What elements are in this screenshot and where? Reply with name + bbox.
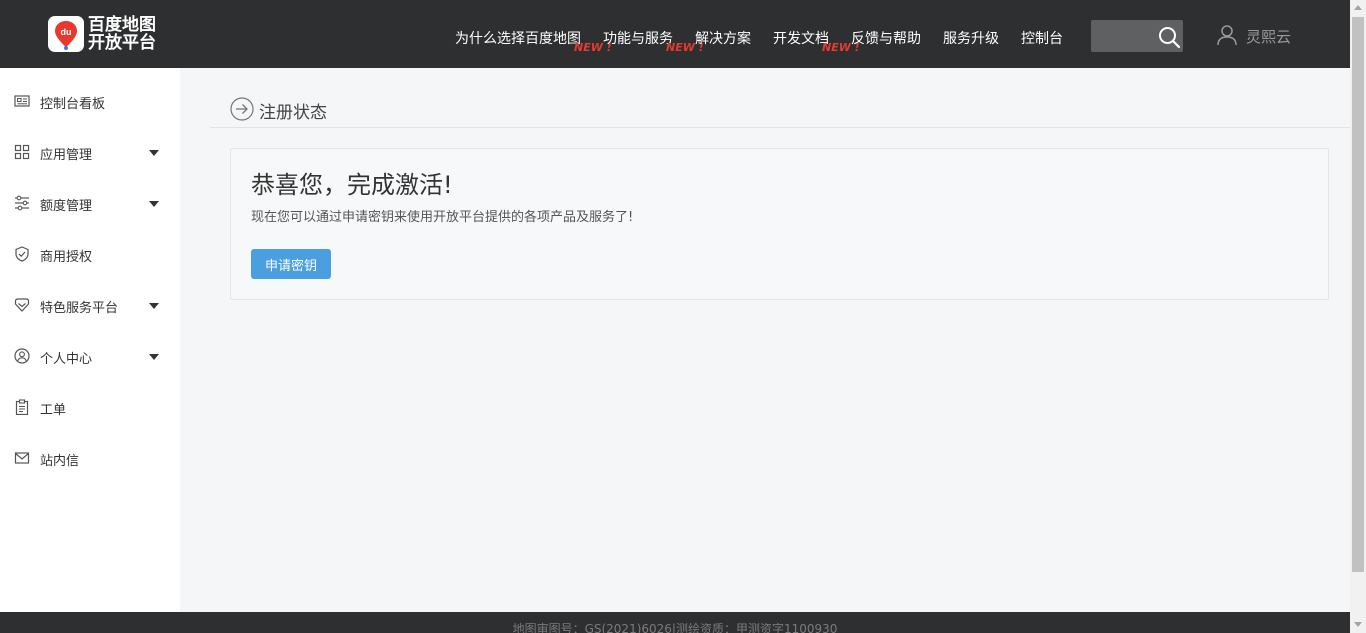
chevron-down-icon[interactable] <box>149 303 159 309</box>
chevron-down-icon[interactable] <box>149 201 159 207</box>
nav-service-upgrade[interactable]: 服务升级 <box>943 28 999 48</box>
sidebar-item-label: 控制台看板 <box>40 97 106 112</box>
chevron-down-icon[interactable] <box>149 354 159 360</box>
shield-check-icon <box>15 246 29 262</box>
sidebar-item-label: 额度管理 <box>40 199 93 214</box>
activation-card: 恭喜您，完成激活! 现在您可以通过申请密钥来使用开放平台提供的各项产品及服务了!… <box>230 148 1329 300</box>
sidebar-item-label: 工单 <box>40 403 67 418</box>
logo-wordmark: 百度地图 开放平台 <box>88 16 156 52</box>
nav-console[interactable]: 控制台 <box>1021 28 1063 48</box>
sidebar-item-dashboard[interactable]: 控制台看板 <box>0 77 180 128</box>
logo-line-2: 开放平台 <box>88 33 156 53</box>
sidebar-item-label: 个人中心 <box>40 352 93 367</box>
top-navbar: du 百度地图 开放平台 为什么选择百度地图 NEW ! 功能与服务 NEW !… <box>0 0 1350 68</box>
nav-feedback-help[interactable]: 反馈与帮助 <box>851 28 921 48</box>
page-title: 注册状态 <box>259 103 327 123</box>
sidebar-item-label: 商用授权 <box>40 250 93 265</box>
activation-title: 恭喜您，完成激活! <box>251 171 453 199</box>
sidebar-item-quota-management[interactable]: 额度管理 <box>0 179 180 230</box>
clipboard-icon <box>15 399 29 415</box>
sidebar-item-label: 特色服务平台 <box>40 301 119 316</box>
mail-icon <box>14 452 30 464</box>
dashboard-card-icon <box>14 95 30 107</box>
sliders-icon <box>15 195 29 211</box>
nav-features-services[interactable]: 功能与服务 <box>603 28 673 48</box>
heading-divider <box>210 127 1350 128</box>
footer: 地图审图号：GS(2021)6026|测绘资质：甲测资字1100930 <box>0 612 1350 633</box>
map-pin-logo-icon: du <box>48 16 84 52</box>
sidebar-item-app-management[interactable]: 应用管理 <box>0 128 180 179</box>
sidebar-item-special-services[interactable]: 特色服务平台 <box>0 281 180 332</box>
logo-line-1: 百度地图 <box>88 15 156 35</box>
nav-why-baidu-map[interactable]: 为什么选择百度地图 <box>455 28 581 48</box>
sidebar-item-personal-center[interactable]: 个人中心 <box>0 332 180 383</box>
arrow-right-circle-icon <box>230 97 254 121</box>
sidebar-item-commercial-license[interactable]: 商用授权 <box>0 230 180 281</box>
user-icon[interactable] <box>1216 24 1238 46</box>
nav-dev-docs[interactable]: 开发文档 <box>773 28 829 48</box>
apply-key-button[interactable]: 申请密钥 <box>251 249 331 279</box>
user-circle-icon <box>14 348 30 364</box>
chevron-down-icon[interactable] <box>149 150 159 156</box>
search-icon[interactable] <box>1157 25 1181 49</box>
sidebar-item-label: 站内信 <box>40 454 80 469</box>
scroll-down-arrow-icon[interactable] <box>1354 622 1362 627</box>
footer-license-text: 地图审图号：GS(2021)6026|测绘资质：甲测资字1100930 <box>512 622 838 633</box>
sidebar: 控制台看板 应用管理 额度管理 商用授权 特色服务平台 个人中心 工单 站内信 <box>0 68 180 612</box>
diamond-tag-icon <box>14 298 30 312</box>
nav-solutions[interactable]: 解决方案 <box>695 28 751 48</box>
activation-description: 现在您可以通过申请密钥来使用开放平台提供的各项产品及服务了! <box>251 210 634 225</box>
scroll-up-arrow-icon[interactable] <box>1354 5 1362 10</box>
sidebar-item-ticket[interactable]: 工单 <box>0 383 180 434</box>
logo-badge-text: du <box>61 27 72 37</box>
user-name[interactable]: 灵熙云 <box>1246 26 1291 47</box>
grid-icon <box>14 144 30 160</box>
sidebar-item-label: 应用管理 <box>40 148 93 163</box>
sidebar-item-inbox[interactable]: 站内信 <box>0 434 180 485</box>
scrollbar-thumb[interactable] <box>1352 17 1364 572</box>
baidu-map-logo[interactable]: du 百度地图 开放平台 <box>48 16 168 52</box>
